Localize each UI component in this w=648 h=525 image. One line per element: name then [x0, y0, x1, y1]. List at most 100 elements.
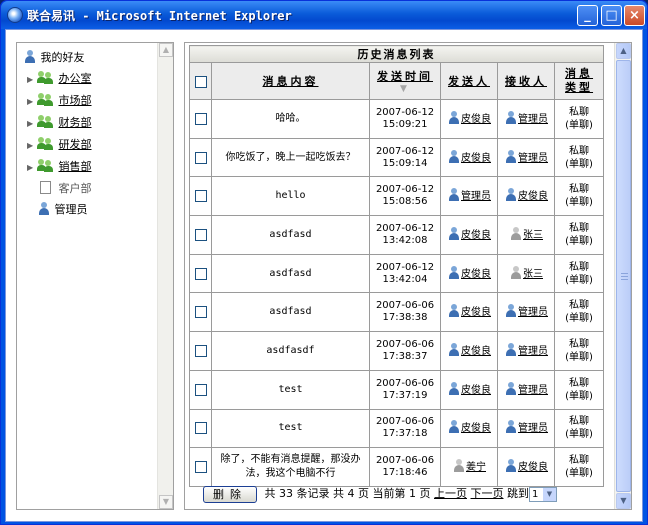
receiver-cell[interactable]: 管理员 [497, 331, 555, 371]
sender-name[interactable]: 姜宁 [466, 462, 486, 473]
expand-arrow-icon[interactable]: ▶ [27, 119, 37, 128]
row-checkbox[interactable] [194, 383, 207, 396]
col-header-time[interactable]: 发送时间 ▼ [369, 62, 441, 100]
tree-item-label[interactable]: 研发部 [59, 138, 92, 151]
col-header-sender[interactable]: 发送人 [440, 62, 498, 100]
select-all-checkbox[interactable] [194, 75, 207, 88]
next-page-link[interactable]: 下一页 [471, 487, 504, 500]
receiver-name[interactable]: 管理员 [518, 346, 548, 357]
expand-arrow-icon[interactable]: ▶ [27, 97, 37, 106]
table-row[interactable]: asdfasd 2007-06-06 17:38:38 皮俊良 管理员 私聊 (单聊) [189, 292, 605, 333]
sender-name[interactable]: 皮俊良 [461, 230, 491, 241]
tree-item-office[interactable]: ▶ 办公室 [27, 70, 92, 86]
tree-item-sales[interactable]: ▶ 销售部 [27, 158, 92, 174]
tree-item-label[interactable]: 市场部 [59, 94, 92, 107]
col-header-type[interactable]: 消息 类型 [553, 62, 605, 100]
receiver-cell[interactable]: 管理员 [497, 292, 555, 333]
sender-cell[interactable]: 管理员 [440, 176, 498, 217]
table-row[interactable]: test 2007-06-06 17:37:19 皮俊良 管理员 私聊 (单聊) [189, 369, 605, 410]
sender-cell[interactable]: 皮俊良 [440, 408, 498, 449]
close-button[interactable]: × [624, 5, 645, 26]
tree-item-label[interactable]: 办公室 [59, 72, 92, 85]
table-row[interactable]: hello 2007-06-12 15:08:56 管理员 皮俊良 私聊 (单聊) [189, 176, 605, 217]
left-scrollbar[interactable]: ▲ ▼ [157, 43, 173, 509]
row-checkbox[interactable] [194, 306, 207, 319]
row-checkbox[interactable] [194, 112, 207, 125]
sender-name[interactable]: 皮俊良 [461, 385, 491, 396]
table-row[interactable]: 除了，不能有消息提醒，那没办法，我这个电脑不行 2007-06-06 17:18:4… [189, 447, 605, 487]
prev-page-link[interactable]: 上一页 [434, 487, 467, 500]
table-row[interactable]: asdfasdf 2007-06-06 17:38:37 皮俊良 管理员 私聊 (单聊) [189, 331, 605, 371]
receiver-cell[interactable]: 管理员 [497, 137, 555, 178]
sender-cell[interactable]: 姜宁 [440, 447, 498, 487]
tree-item-customer[interactable]: 客户部 [37, 180, 92, 196]
delete-button[interactable]: 删除 [203, 485, 257, 503]
tree-item-label[interactable]: 财务部 [59, 116, 92, 129]
scroll-up-arrow-icon[interactable]: ▲ [159, 43, 173, 57]
sender-name[interactable]: 管理员 [461, 191, 491, 202]
sender-cell[interactable]: 皮俊良 [440, 253, 498, 294]
table-row[interactable]: asdfasd 2007-06-12 13:42:08 皮俊良 张三 私聊 (单聊) [189, 215, 605, 255]
row-checkbox[interactable] [194, 228, 207, 241]
minimize-button[interactable]: _ [577, 5, 598, 26]
receiver-cell[interactable]: 张三 [497, 253, 555, 294]
row-checkbox[interactable] [194, 267, 207, 280]
sender-name[interactable]: 皮俊良 [461, 153, 491, 164]
row-checkbox[interactable] [194, 422, 207, 435]
receiver-name[interactable]: 管理员 [518, 114, 548, 125]
table-row[interactable]: asdfasd 2007-06-12 13:42:04 皮俊良 张三 私聊 (单聊) [189, 253, 605, 294]
col-header-content[interactable]: 消息内容 [211, 62, 370, 100]
maximize-button[interactable]: □ [601, 5, 622, 26]
expand-arrow-icon[interactable]: ▶ [27, 163, 37, 172]
tree-item-market[interactable]: ▶ 市场部 [27, 92, 92, 108]
receiver-name[interactable]: 管理员 [518, 153, 548, 164]
receiver-cell[interactable]: 管理员 [497, 99, 555, 139]
page-select[interactable]: 1 ▼ [529, 486, 557, 502]
sender-name[interactable]: 皮俊良 [461, 346, 491, 357]
table-row[interactable]: 哈哈。 2007-06-12 15:09:21 皮俊良 管理员 私聊 (单聊) [189, 99, 605, 139]
tree-item-finance[interactable]: ▶ 财务部 [27, 114, 92, 130]
scroll-thumb[interactable] [616, 60, 631, 492]
receiver-name[interactable]: 管理员 [518, 385, 548, 396]
receiver-cell[interactable]: 张三 [497, 215, 555, 255]
col-header-receiver[interactable]: 接收人 [497, 62, 555, 100]
tree-item-label[interactable]: 客户部 [59, 182, 92, 195]
row-checkbox[interactable] [194, 190, 207, 203]
receiver-cell[interactable]: 管理员 [497, 408, 555, 449]
sender-cell[interactable]: 皮俊良 [440, 215, 498, 255]
chevron-down-icon[interactable]: ▼ [543, 487, 556, 501]
receiver-cell[interactable]: 皮俊良 [497, 447, 555, 487]
tree-item-admin[interactable]: 管理员 [37, 201, 88, 217]
table-row[interactable]: test 2007-06-06 17:37:18 皮俊良 管理员 私聊 (单聊) [189, 408, 605, 449]
receiver-name[interactable]: 皮俊良 [518, 191, 548, 202]
scroll-down-arrow-icon[interactable]: ▼ [616, 493, 631, 509]
row-checkbox[interactable] [194, 151, 207, 164]
tree-item-rnd[interactable]: ▶ 研发部 [27, 136, 92, 152]
sender-cell[interactable]: 皮俊良 [440, 369, 498, 410]
receiver-name[interactable]: 管理员 [518, 423, 548, 434]
sender-name[interactable]: 皮俊良 [461, 423, 491, 434]
scroll-up-arrow-icon[interactable]: ▲ [616, 43, 631, 59]
tree-root[interactable]: 我的好友 [23, 49, 85, 65]
sender-cell[interactable]: 皮俊良 [440, 137, 498, 178]
title-bar[interactable]: 联合易讯 - Microsoft Internet Explorer _ □ × [1, 1, 647, 29]
receiver-name[interactable]: 皮俊良 [518, 462, 548, 473]
tree-item-label[interactable]: 销售部 [59, 160, 92, 173]
expand-arrow-icon[interactable]: ▶ [27, 75, 37, 84]
table-row[interactable]: 你吃饭了，晚上一起吃饭去？ 2007-06-12 15:09:14 皮俊良 管理员 私聊(… [189, 137, 605, 178]
sender-name[interactable]: 皮俊良 [461, 307, 491, 318]
scroll-down-arrow-icon[interactable]: ▼ [159, 495, 173, 509]
receiver-name[interactable]: 张三 [523, 230, 543, 241]
sender-cell[interactable]: 皮俊良 [440, 292, 498, 333]
row-checkbox[interactable] [194, 461, 207, 474]
right-scrollbar[interactable]: ▲ ▼ [614, 43, 631, 509]
sender-name[interactable]: 皮俊良 [461, 269, 491, 280]
row-checkbox[interactable] [194, 344, 207, 357]
receiver-cell[interactable]: 皮俊良 [497, 176, 555, 217]
tree-item-label[interactable]: 管理员 [55, 203, 88, 216]
sender-name[interactable]: 皮俊良 [461, 114, 491, 125]
sender-cell[interactable]: 皮俊良 [440, 99, 498, 139]
receiver-name[interactable]: 张三 [523, 269, 543, 280]
receiver-name[interactable]: 管理员 [518, 307, 548, 318]
expand-arrow-icon[interactable]: ▶ [27, 141, 37, 150]
